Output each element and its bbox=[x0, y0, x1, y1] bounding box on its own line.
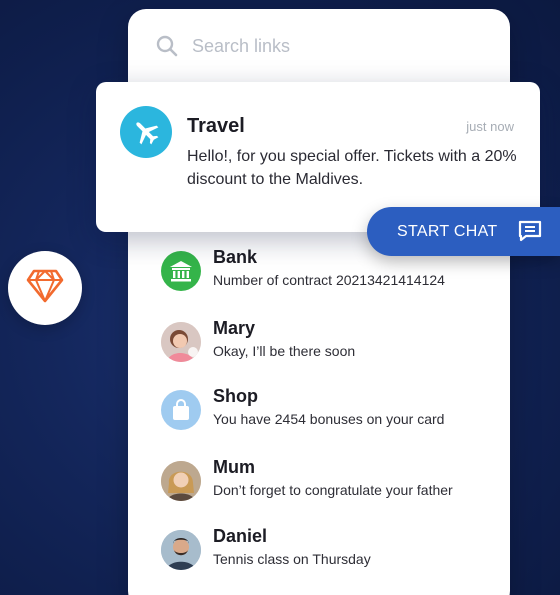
start-chat-button[interactable]: START CHAT bbox=[367, 207, 560, 256]
chat-icon bbox=[518, 220, 542, 242]
contact-name: Bank bbox=[213, 247, 258, 267]
search-bar[interactable]: Search links bbox=[156, 35, 290, 57]
contact-message: Tennis class on Thursday bbox=[213, 551, 371, 567]
shopping-bag-icon bbox=[161, 390, 201, 430]
notification-time: just now bbox=[466, 119, 514, 134]
contact-message: Number of contract 20213421414124 bbox=[213, 272, 445, 288]
notification-message: Hello!, for you special offer. Tickets w… bbox=[187, 148, 517, 188]
contact-message: You have 2454 bonuses on your card bbox=[213, 411, 445, 427]
list-item[interactable]: Mary Okay, I’ll be there soon bbox=[161, 318, 510, 364]
list-item[interactable]: Shop You have 2454 bonuses on your card bbox=[161, 386, 510, 432]
diamond-badge[interactable] bbox=[8, 251, 82, 325]
diamond-icon bbox=[26, 269, 64, 308]
bank-icon bbox=[161, 251, 201, 291]
avatar bbox=[161, 322, 201, 362]
contact-name: Mary bbox=[213, 318, 256, 338]
contact-name: Daniel bbox=[213, 526, 268, 546]
contact-name: Shop bbox=[213, 386, 258, 406]
notification-title: Travel bbox=[187, 115, 245, 137]
contact-name: Mum bbox=[213, 457, 255, 477]
list-item[interactable]: Mum Don’t forget to congratulate your fa… bbox=[161, 457, 510, 503]
contact-message: Okay, I’ll be there soon bbox=[213, 343, 356, 359]
start-chat-label: START CHAT bbox=[397, 222, 498, 240]
avatar bbox=[161, 530, 201, 570]
airplane-icon bbox=[120, 106, 172, 158]
list-item[interactable]: Daniel Tennis class on Thursday bbox=[161, 526, 510, 572]
contact-message: Don’t forget to congratulate your father bbox=[213, 482, 453, 498]
search-input[interactable]: Search links bbox=[192, 36, 290, 57]
avatar bbox=[161, 461, 201, 501]
search-icon bbox=[156, 35, 178, 57]
